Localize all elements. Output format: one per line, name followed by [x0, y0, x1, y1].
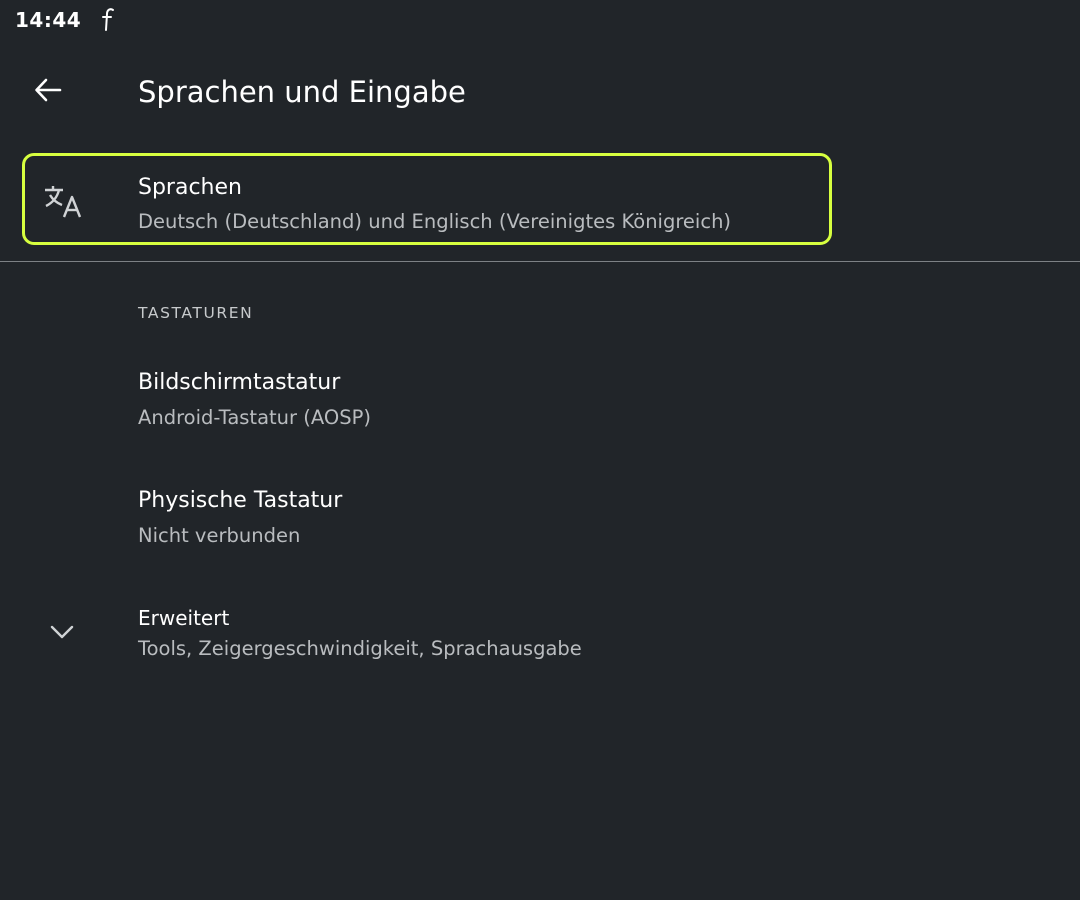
advanced-summary: Tools, Zeigergeschwindigkeit, Sprachausg… — [138, 637, 582, 660]
back-button[interactable] — [20, 66, 76, 118]
page-title: Sprachen und Eingabe — [138, 75, 466, 109]
divider — [0, 261, 1080, 262]
advanced-item[interactable]: Erweitert Tools, Zeigergeschwindigkeit, … — [0, 588, 1080, 688]
physical-keyboard-item[interactable]: Physische Tastatur Nicht verbunden — [0, 470, 1080, 580]
translate-icon — [43, 184, 83, 224]
status-time: 14:44 — [15, 8, 82, 32]
onscreen-keyboard-item[interactable]: Bildschirmtastatur Android-Tastatur (AOS… — [0, 350, 1080, 460]
settings-screen: 14:44 Sprachen und Eingabe Sprachen Deut… — [0, 0, 1080, 900]
arrow-back-icon — [34, 78, 62, 106]
chevron-down-icon — [50, 624, 74, 644]
category-header-keyboards: TASTATUREN — [138, 304, 254, 322]
languages-item[interactable]: Sprachen Deutsch (Deutschland) und Engli… — [0, 150, 1080, 250]
app-bar: Sprachen und Eingabe — [0, 56, 1080, 128]
languages-title: Sprachen — [138, 175, 242, 200]
status-bar: 14:44 — [0, 0, 1080, 40]
f-notification-icon — [102, 6, 116, 32]
physical-keyboard-summary: Nicht verbunden — [138, 524, 301, 547]
physical-keyboard-title: Physische Tastatur — [138, 488, 343, 513]
onscreen-keyboard-title: Bildschirmtastatur — [138, 370, 341, 395]
onscreen-keyboard-summary: Android-Tastatur (AOSP) — [138, 406, 371, 429]
languages-summary: Deutsch (Deutschland) und Englisch (Vere… — [138, 210, 732, 233]
advanced-title: Erweitert — [138, 606, 230, 630]
